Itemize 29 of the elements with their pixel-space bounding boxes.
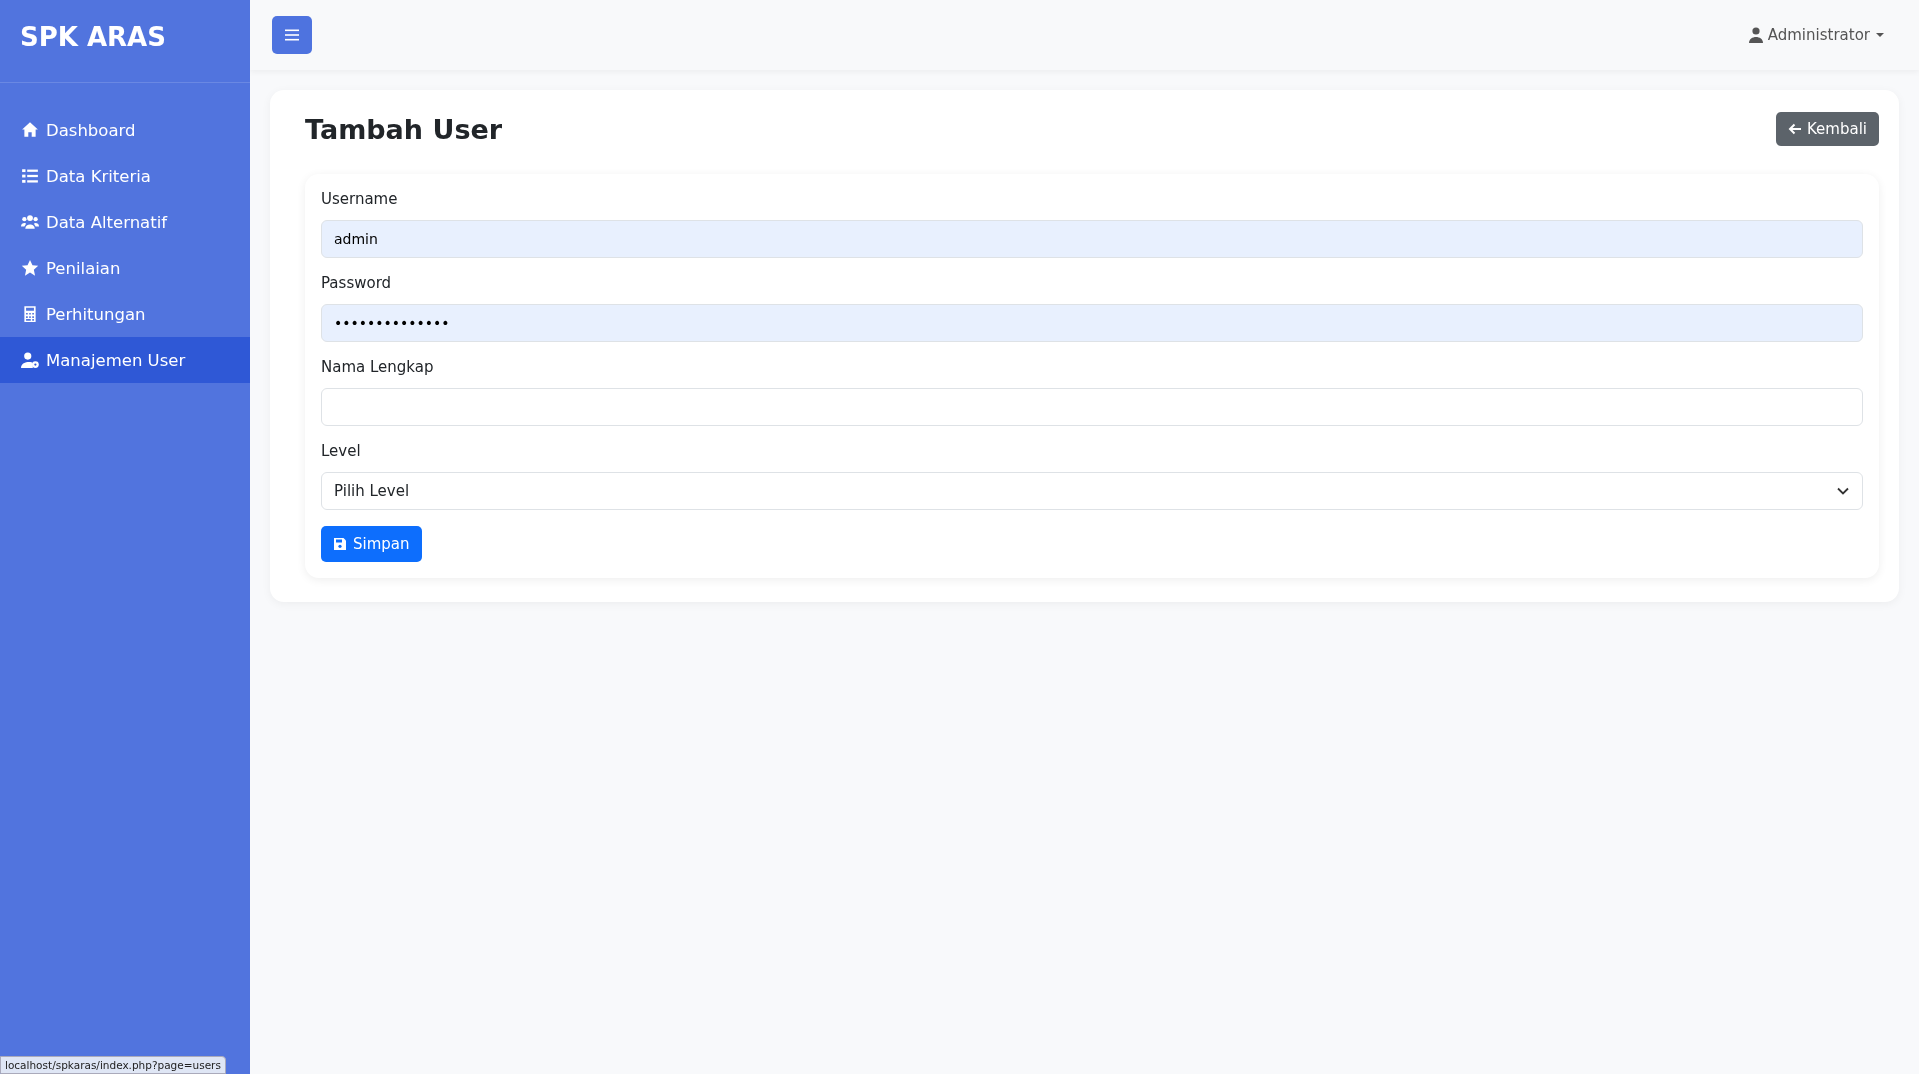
page-title: Tambah User <box>305 113 503 145</box>
field-label: Nama Lengkap <box>321 358 435 376</box>
save-button[interactable]: Simpan <box>321 526 422 562</box>
field-label: Password <box>321 274 393 292</box>
list-icon <box>20 167 40 185</box>
sidebar-item[interactable]: Manajemen User <box>0 337 250 383</box>
sidebar-item[interactable]: Data Alternatif <box>0 199 250 245</box>
user-icon <box>1748 27 1763 43</box>
back-button[interactable]: Kembali <box>1776 112 1879 146</box>
sidebar-item[interactable]: Dashboard <box>0 107 250 153</box>
field-label: Username <box>321 190 399 208</box>
sidebar-item[interactable]: Data Kriteria <box>0 153 250 199</box>
chevron-down-icon <box>1836 486 1850 496</box>
home-icon <box>20 121 40 139</box>
user-gear-icon <box>20 351 40 369</box>
arrow-left-icon <box>1788 123 1802 135</box>
star-icon <box>20 259 40 277</box>
input-field[interactable]: •••••••••••••• <box>321 304 1863 342</box>
menu-icon <box>285 29 299 41</box>
status-url: localhost/spkaras/index.php?page=users <box>0 1056 226 1074</box>
user-menu[interactable]: Administrator <box>1742 25 1891 45</box>
caret-icon <box>1875 32 1885 38</box>
level-select[interactable]: Pilih Level <box>321 472 1863 510</box>
input-field[interactable]: admin <box>321 220 1863 258</box>
users-icon <box>20 213 40 231</box>
sidebar-item[interactable]: Perhitungan <box>0 291 250 337</box>
menu-button[interactable] <box>272 16 312 54</box>
sidebar-item[interactable]: Penilaian <box>0 245 250 291</box>
field-label: Level <box>321 442 362 460</box>
